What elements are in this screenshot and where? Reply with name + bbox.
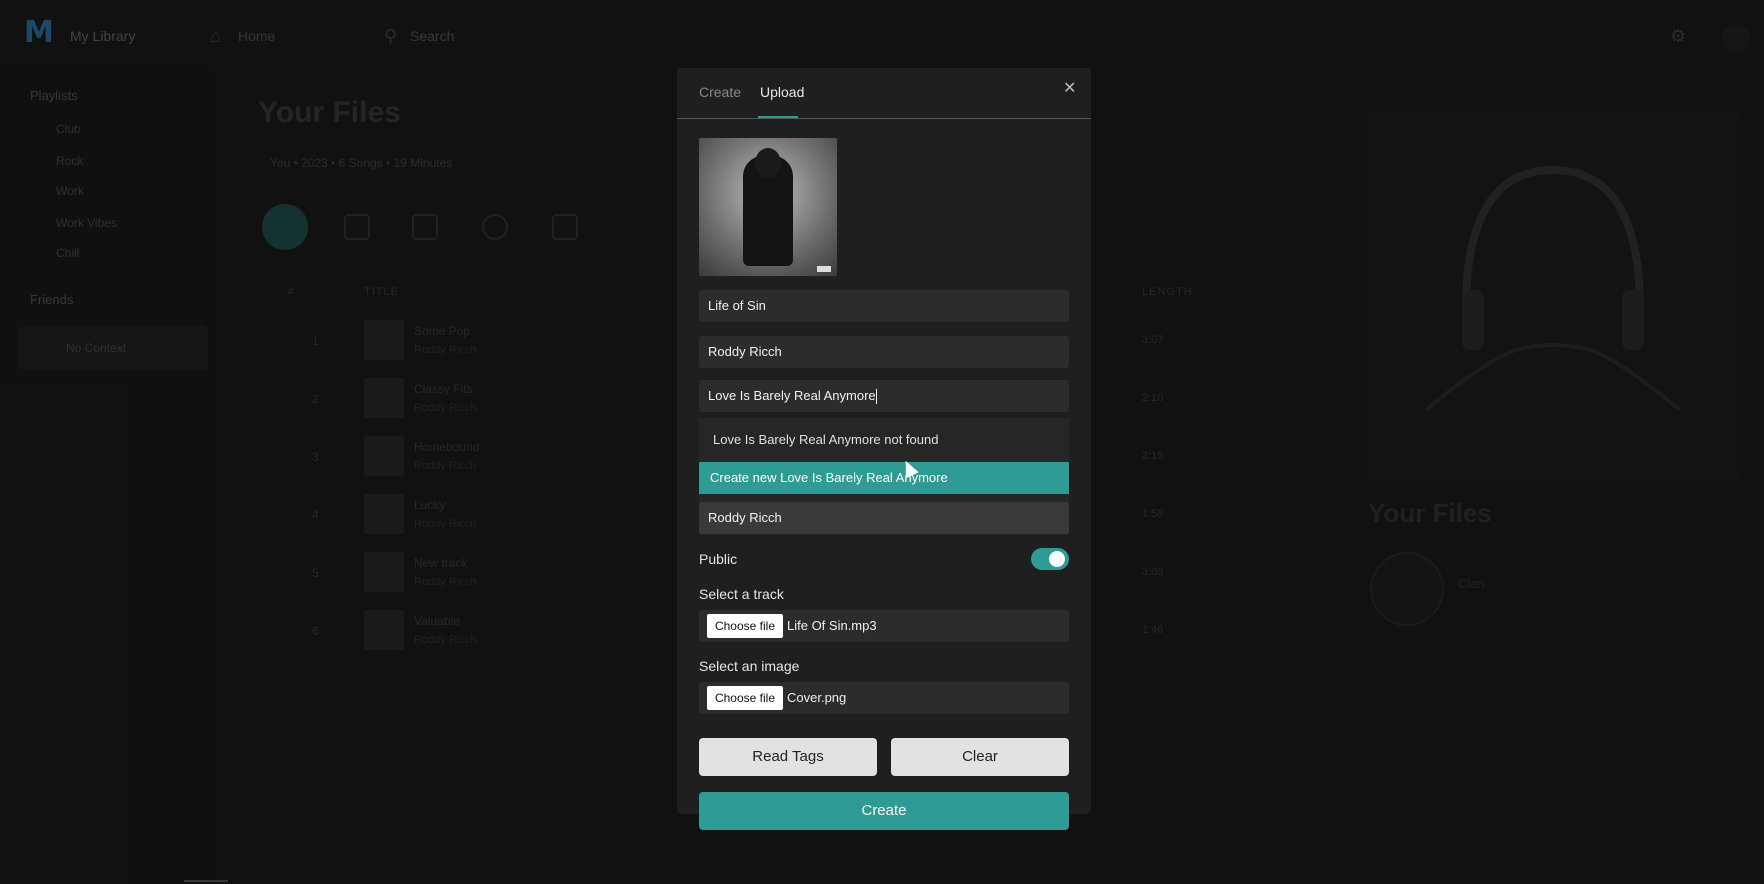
tab-upload[interactable]: Upload (760, 84, 804, 100)
cover-image[interactable] (699, 138, 837, 276)
modal-tabs: Create Upload ✕ (677, 68, 1091, 119)
dropdown-not-found: Love Is Barely Real Anymore not found (713, 432, 939, 447)
toggle-knob (1049, 551, 1065, 567)
create-button[interactable]: Create (699, 792, 1069, 830)
album-field-value: Love Is Barely Real Anymore (708, 388, 876, 403)
upload-modal: Create Upload ✕ Life of Sin Roddy Ricch … (677, 68, 1091, 830)
public-toggle[interactable] (1031, 548, 1069, 570)
choose-track-button[interactable]: Choose file (707, 614, 783, 638)
clear-button[interactable]: Clear (891, 738, 1069, 776)
tab-indicator (758, 116, 798, 118)
track-label: Select a track (699, 586, 784, 602)
close-icon[interactable]: ✕ (1063, 78, 1076, 98)
track-file-name: Life Of Sin.mp3 (787, 618, 877, 633)
read-tags-button[interactable]: Read Tags (699, 738, 877, 776)
advisory-badge (817, 266, 831, 272)
album-artist-field[interactable]: Roddy Ricch (699, 502, 1069, 534)
title-field[interactable]: Life of Sin (699, 290, 1069, 322)
image-file-input[interactable]: Choose file Cover.png (699, 682, 1069, 714)
track-file-input[interactable]: Choose file Life Of Sin.mp3 (699, 610, 1069, 642)
artist-field[interactable]: Roddy Ricch (699, 336, 1069, 368)
tab-create[interactable]: Create (699, 84, 741, 100)
public-label: Public (699, 551, 738, 567)
image-label: Select an image (699, 658, 800, 674)
album-field[interactable]: Love Is Barely Real Anymore (699, 380, 1069, 412)
image-file-name: Cover.png (787, 690, 847, 705)
text-caret (875, 389, 877, 405)
choose-image-button[interactable]: Choose file (707, 686, 783, 710)
dropdown-create-option[interactable]: Create new Love Is Barely Real Anymore (699, 462, 1069, 494)
cover-figure-head (755, 148, 781, 178)
